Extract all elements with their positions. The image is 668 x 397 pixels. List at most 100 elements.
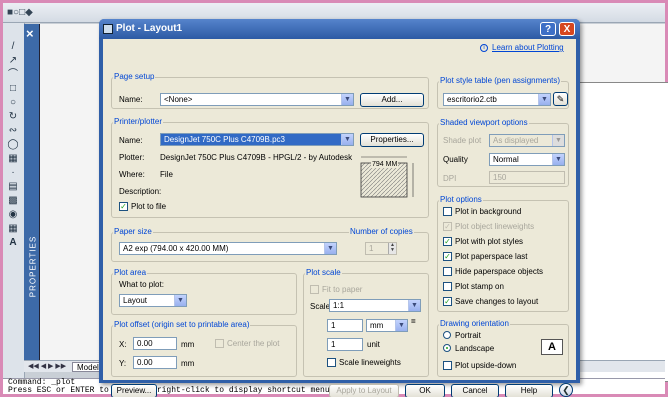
offset-y-input[interactable]: 0.00 [133,356,177,369]
spline-tool-icon[interactable]: ∾ [7,125,19,136]
properties-palette[interactable]: × PROPERTIES [24,24,40,364]
block-tool-icon[interactable]: ▦ [7,153,19,164]
add-button[interactable]: Add... [360,93,424,107]
offset-y-unit: mm [181,359,195,368]
learn-plotting-link[interactable]: Learn about Plotting [492,43,564,52]
landscape-radio[interactable] [443,344,451,352]
help-titlebar-button[interactable]: ? [540,22,556,36]
center-plot-checkbox[interactable] [215,339,224,348]
palette-close-icon[interactable]: × [26,26,34,41]
rectangle-tool-icon[interactable]: □ [7,83,19,94]
shade-plot-label: Shade plot [443,136,482,145]
paper-size-title: Paper size [113,227,153,236]
toolbar-icon[interactable]: ■○□◆ [7,7,33,18]
scale-unit-label: unit [367,340,380,349]
table-tool-icon[interactable]: ▦ [7,223,19,234]
quality-label: Quality [443,155,468,164]
scale-value: 1:1 [333,301,345,310]
scale-unit-value: mm [370,321,384,330]
circle-tool-icon[interactable]: ○ [7,97,19,108]
help-button[interactable]: Help [505,384,553,397]
chevron-down-icon: ▼ [324,243,336,254]
arc-tool-icon[interactable]: ⌒ [7,69,19,80]
orientation-preview-icon: A [541,339,563,355]
region-tool-icon[interactable]: ◉ [7,209,19,220]
plot-scale-title: Plot scale [305,268,342,277]
plot-option-label: Hide paperspace objects [455,267,544,276]
plot-to-file-checkbox[interactable]: ✓ [119,202,128,211]
edit-style-button[interactable]: ✎ [553,92,568,106]
scale-unit-select[interactable]: mm ▼ [366,319,408,332]
portrait-radio[interactable] [443,331,451,339]
text-tool-icon[interactable]: A [7,237,19,248]
chevron-down-icon: ▼ [552,154,564,165]
where-value: File [160,170,173,179]
ok-button[interactable]: OK [405,384,445,397]
paper-size-select[interactable]: A2 exp (794.00 x 420.00 MM) ▼ [119,242,337,255]
plot-option-checkbox[interactable] [443,282,452,291]
style-table-title: Plot style table (pen assignments) [439,76,562,85]
printer-select[interactable]: DesignJet 750C Plus C4709B.pc3 ▼ [160,133,354,146]
offset-x-input[interactable]: 0.00 [133,337,177,350]
portrait-label: Portrait [455,331,481,340]
plot-option-label: Plot object lineweights [455,222,535,231]
page-setup-select[interactable]: <None> ▼ [160,93,354,106]
upside-down-checkbox[interactable] [443,361,452,370]
plot-option-checkbox[interactable] [443,267,452,276]
landscape-label: Landscape [455,344,495,353]
polyline-tool-icon[interactable]: ↗ [7,55,19,66]
point-tool-icon[interactable]: · [7,167,19,178]
apply-to-layout-button[interactable]: Apply to Layout [329,384,399,397]
cancel-button[interactable]: Cancel [451,384,499,397]
gradient-tool-icon[interactable]: ▩ [7,195,19,206]
dialog-titlebar[interactable]: Plot - Layout1 ? X [99,19,580,39]
chevron-down-icon: ▼ [408,300,420,311]
properties-label: PROPERTIES [28,235,38,298]
properties-button[interactable]: Properties... [360,133,424,147]
plot-option-label: Plot in background [455,207,522,216]
offset-y-label: Y: [119,359,127,368]
hatch-tool-icon[interactable]: ▤ [7,181,19,192]
shaded-viewport-title: Shaded viewport options [439,118,529,127]
plot-dialog: Plot - Layout1 ? X i Learn about Plottin… [99,19,580,397]
printer-value: DesignJet 750C Plus C4709B.pc3 [164,135,285,144]
tab-nav-arrows-icon[interactable]: ◀◀ ◀ ▶ ▶▶ [28,362,66,370]
fit-to-paper-checkbox[interactable] [310,285,319,294]
chevron-down-icon: ▼ [538,94,550,105]
scale-lineweights-checkbox[interactable] [327,358,336,367]
plot-option-checkbox[interactable] [443,207,452,216]
plot-option-label: Plot with plot styles [455,237,524,246]
collapse-chevron-icon[interactable]: ❮ [559,383,573,397]
copies-field[interactable]: 1 ▲ ▼ [365,242,397,255]
shade-plot-select[interactable]: As displayed ▼ [489,134,565,147]
plot-option-label: Save changes to layout [455,297,539,306]
chevron-down-icon: ▼ [395,320,407,331]
plot-area-title: Plot area [113,268,148,277]
plot-option-checkbox[interactable]: ✓ [443,252,452,261]
line-tool-icon[interactable]: / [7,41,19,52]
page-setup-value: <None> [164,95,193,104]
plot-option-checkbox[interactable]: ✓ [443,297,452,306]
revcloud-tool-icon[interactable]: ↻ [7,111,19,122]
quality-select[interactable]: Normal ▼ [489,153,565,166]
equals-icon: = [411,317,416,326]
offset-x-unit: mm [181,340,195,349]
scale-mm-input[interactable]: 1 [327,319,363,332]
description-label: Description: [119,187,162,196]
plot-area-select[interactable]: Layout ▼ [119,294,187,307]
dpi-input[interactable]: 150 [489,171,565,184]
paper-preview-icon [360,156,414,198]
plot-option-checkbox[interactable]: ✓ [443,222,452,231]
preview-button[interactable]: Preview... [111,384,157,397]
style-table-select[interactable]: escritorio2.ctb ▼ [443,93,551,106]
chevron-down-icon: ▼ [552,135,564,146]
ellipse-tool-icon[interactable]: ◯ [7,139,19,150]
offset-x-label: X: [119,340,127,349]
scale-unit-input[interactable]: 1 [327,338,363,351]
close-button[interactable]: X [559,22,575,36]
scale-select[interactable]: 1:1 ▼ [329,299,421,312]
spinner-icon[interactable]: ▲ ▼ [388,243,396,254]
plot-option-checkbox[interactable]: ✓ [443,237,452,246]
scale-lineweights-label: Scale lineweights [339,358,401,367]
copies-value: 1 [369,244,374,253]
